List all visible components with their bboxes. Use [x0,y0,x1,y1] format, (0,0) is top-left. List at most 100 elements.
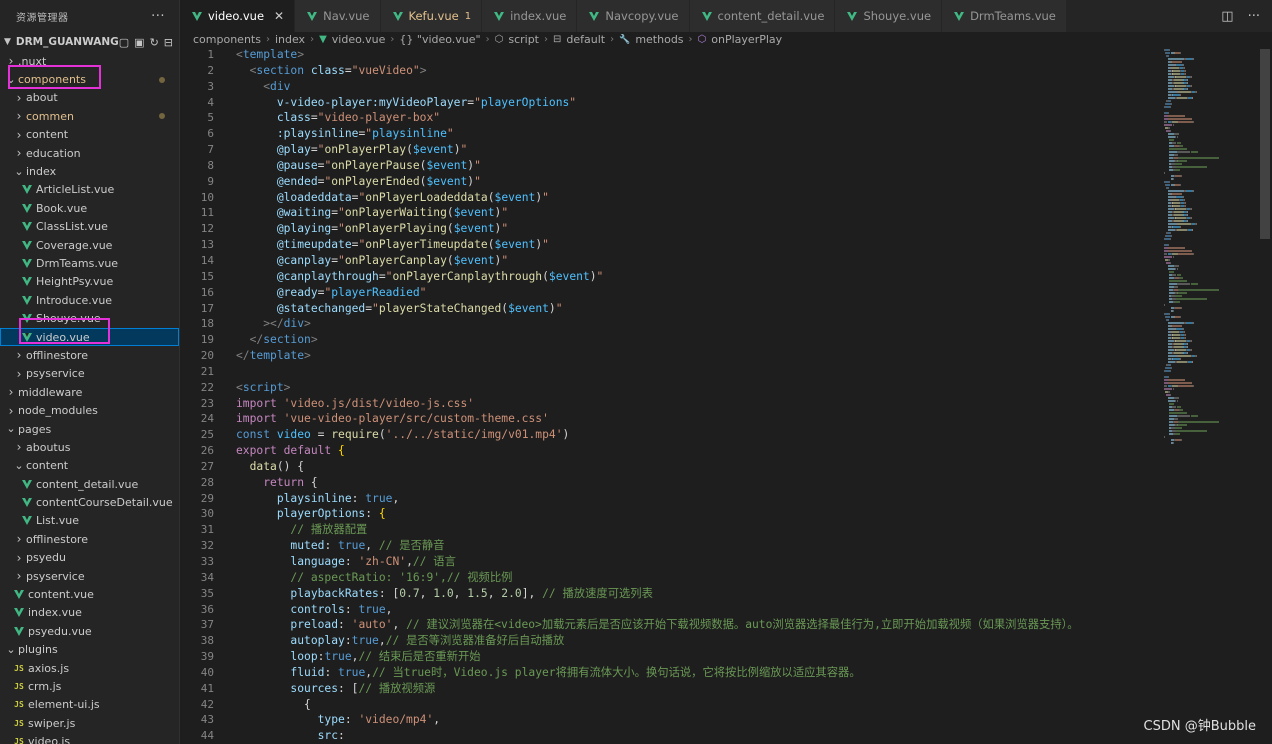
minimap[interactable] [1160,47,1245,744]
tree-item[interactable]: List.vue [0,512,179,530]
editor-tab[interactable]: Shouye.vue [835,0,943,32]
code-line: 24 import 'vue-video-player/src/custom-th… [180,411,1160,427]
scrollbar-thumb[interactable] [1260,49,1270,239]
chevron-down-icon[interactable]: ⌄ [12,166,26,177]
chevron-right-icon[interactable]: › [4,385,18,399]
chevron-down-icon[interactable]: ⌄ [4,74,18,85]
chevron-right-icon[interactable]: › [12,532,26,546]
tree-item[interactable]: › middleware [0,383,179,401]
code-text: // aspectRatio: '16:9',// 视频比例 [214,570,512,586]
chevron-right-icon[interactable]: › [12,569,26,583]
tree-item[interactable]: › about [0,89,179,107]
tree-item[interactable]: video.vue [0,327,179,347]
tree-item[interactable]: content.vue [0,585,179,603]
tree-item[interactable]: › content [0,126,179,144]
code-token: true [358,602,386,616]
tree-item[interactable]: Book.vue [0,199,179,217]
tree-item[interactable]: ⌄ content [0,457,179,475]
chevron-right-icon[interactable]: › [12,440,26,454]
chevron-right-icon[interactable]: › [4,54,18,68]
code-line: 18 ></div> [180,316,1160,332]
tree-item[interactable]: › offlinestore [0,346,179,364]
breadcrumb-item[interactable]: index [275,33,305,46]
tree-item[interactable]: ⌄ pages [0,420,179,438]
tree-item[interactable]: › psyedu [0,549,179,567]
close-icon[interactable]: ✕ [274,9,284,23]
minimap-line [1167,322,1185,324]
chevron-right-icon[interactable]: › [12,146,26,160]
breadcrumb-item[interactable]: methods [635,33,683,46]
tree-item[interactable]: Shouye.vue [0,309,179,327]
chevron-right-icon[interactable]: › [12,128,26,142]
tree-item[interactable]: ⌄ components [0,70,179,88]
tree-item[interactable]: › aboutus [0,438,179,456]
chevron-right-icon[interactable]: › [12,367,26,381]
chevron-right-icon[interactable]: › [4,404,18,418]
tree-item[interactable]: Coverage.vue [0,236,179,254]
tree-item[interactable]: content_detail.vue [0,475,179,493]
tree-item[interactable]: HeightPsy.vue [0,273,179,291]
code-editor[interactable]: 1 <template> 2 <section class="vueVideo"> 3… [180,47,1160,744]
tree-item[interactable]: › psyservice [0,365,179,383]
tree-item[interactable]: › education [0,144,179,162]
vue-logo-shape [22,332,32,342]
tree-item[interactable]: › .nuxt [0,52,179,70]
chevron-right-icon: › [310,34,315,45]
workspace-root[interactable]: ▼ DRM_GUANWANG ▢ ▣ ↻ ⊟ [0,32,179,52]
tree-item[interactable]: › commen [0,107,179,125]
new-folder-icon[interactable]: ▣ [134,36,144,49]
breadcrumb-item[interactable]: script [508,33,539,46]
tree-item[interactable]: psyedu.vue [0,622,179,640]
chevron-down-icon[interactable]: ⌄ [12,460,26,471]
tree-item[interactable]: ClassList.vue [0,218,179,236]
editor-tab[interactable]: Nav.vue [295,0,381,32]
editor-tab[interactable]: Kefu.vue 1 [380,0,483,32]
tree-item[interactable]: JS element-ui.js [0,696,179,714]
code-token: import [236,412,277,426]
breadcrumb-item[interactable]: video.vue [332,33,386,46]
chevron-right-icon[interactable]: › [12,91,26,105]
more-actions-icon[interactable]: ··· [151,9,165,24]
chevron-down-icon[interactable]: ▼ [4,37,16,47]
minimap-line [1175,217,1187,219]
code-token: template [249,349,305,363]
tree-item[interactable]: ⌄ plugins [0,641,179,659]
tree-item[interactable]: JS swiper.js [0,714,179,732]
tree-item[interactable]: › node_modules [0,401,179,419]
line-number: 41 [200,681,214,695]
chevron-right-icon[interactable]: › [12,109,26,123]
refresh-icon[interactable]: ↻ [150,36,159,49]
minimap-line [1176,268,1178,270]
minimap-line [1174,163,1182,165]
breadcrumb-item[interactable]: default [566,33,605,46]
breadcrumb-item[interactable]: components [193,33,261,46]
tree-item[interactable]: DrmTeams.vue [0,254,179,272]
editor-tab[interactable]: DrmTeams.vue [942,0,1067,32]
editor-tab[interactable]: Navcopy.vue [577,0,690,32]
chevron-down-icon[interactable]: ⌄ [4,644,18,655]
tree-item[interactable]: JS crm.js [0,677,179,695]
collapse-all-icon[interactable]: ⊟ [164,36,173,49]
tree-item[interactable]: ArticleList.vue [0,181,179,199]
tree-item[interactable]: Introduce.vue [0,291,179,309]
tree-item[interactable]: › offlinestore [0,530,179,548]
editor-tab[interactable]: video.vue ✕ [180,0,296,32]
tree-item[interactable]: contentCourseDetail.vue [0,493,179,511]
vertical-scrollbar[interactable] [1258,47,1272,744]
split-editor-icon[interactable]: ◫ [1221,9,1233,24]
chevron-right-icon[interactable]: › [12,348,26,362]
tree-item[interactable]: ⌄ index [0,162,179,180]
tree-item[interactable]: JS video.js [0,732,179,744]
tree-item[interactable]: index.vue [0,604,179,622]
tree-item[interactable]: JS axios.js [0,659,179,677]
breadcrumb-item[interactable]: onPlayerPlay [711,33,782,46]
tree-item[interactable]: › psyservice [0,567,179,585]
new-file-icon[interactable]: ▢ [119,36,129,49]
breadcrumb-item[interactable]: {} "video.vue" [399,33,480,46]
editor-tab[interactable]: content_detail.vue [689,0,836,32]
chevron-right-icon[interactable]: › [12,551,26,565]
chevron-down-icon[interactable]: ⌄ [4,423,18,434]
more-actions-icon[interactable]: ··· [1248,9,1260,24]
editor-tab[interactable]: index.vue [482,0,578,32]
